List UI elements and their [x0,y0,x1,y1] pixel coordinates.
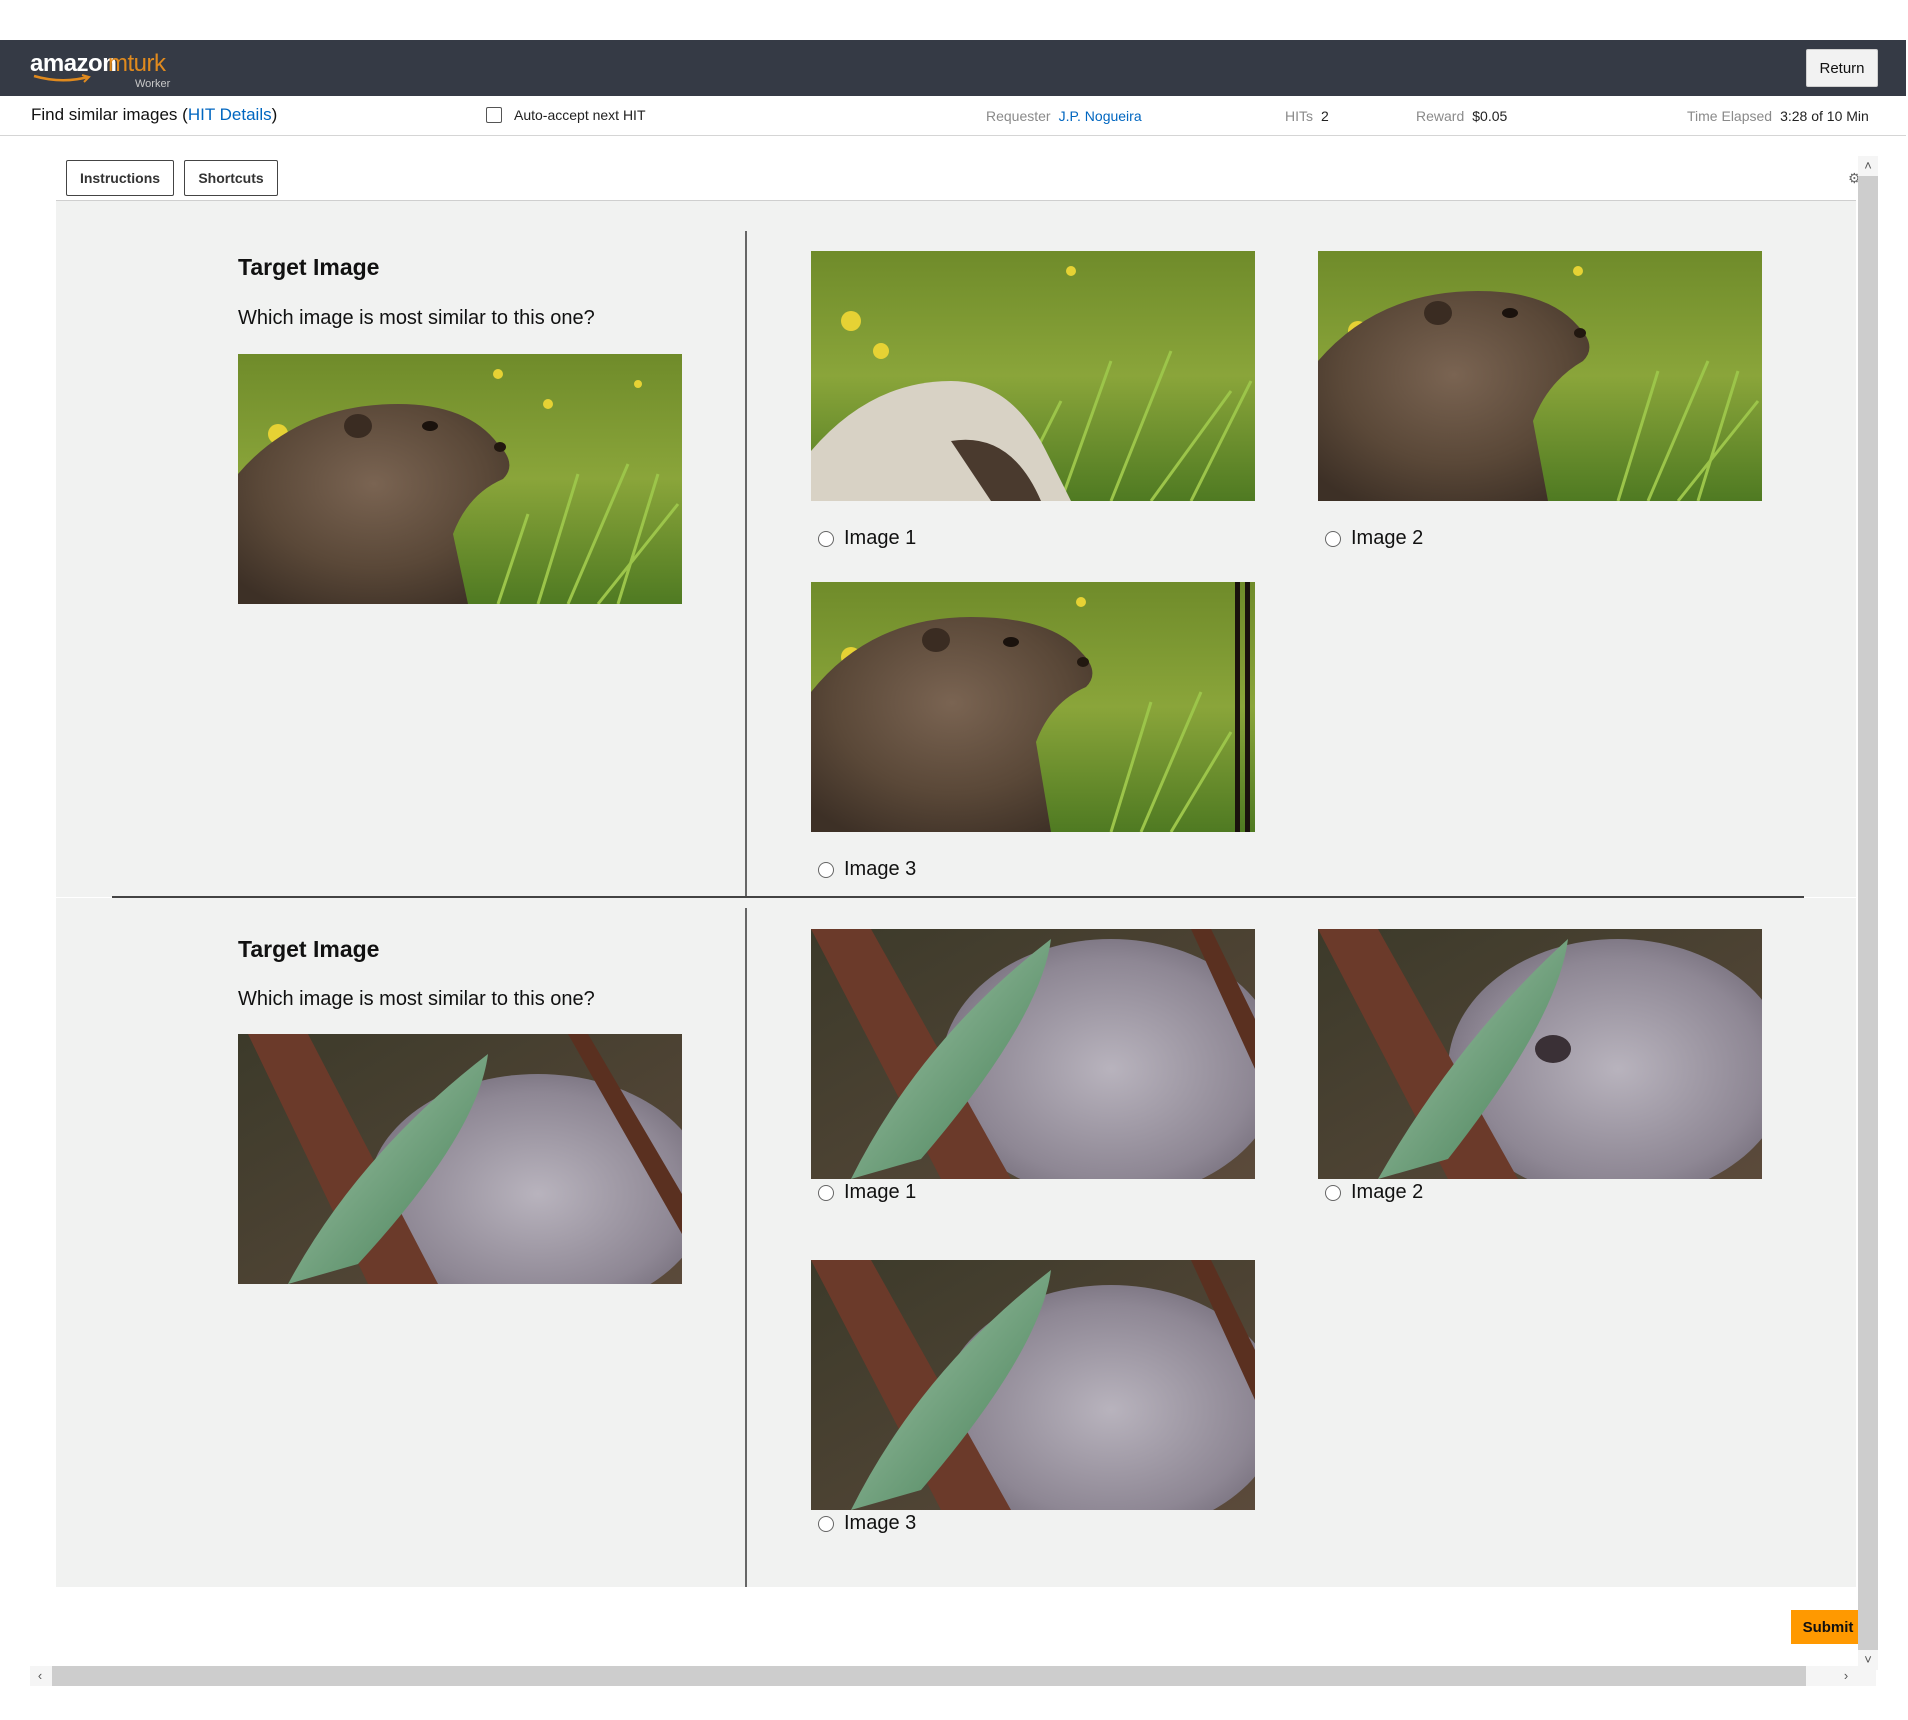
option-label: Image 1 [844,527,917,549]
requester-info: Requester J.P. Nogueira [986,108,1142,124]
option-label: Image 3 [844,1512,917,1534]
reward-label: Reward [1416,108,1465,124]
option-3-choice[interactable]: Image 3 [818,858,916,881]
option-1-choice[interactable]: Image 1 [818,1181,916,1204]
target-column: Target Image Which image is most similar… [56,201,746,897]
vertical-scrollbar[interactable]: ˄ ˅ [1858,156,1878,1670]
logo-mturk-text: mturk [108,50,166,77]
scroll-left-icon[interactable]: ‹ [30,1666,50,1686]
option-2-choice[interactable]: Image 2 [1325,527,1423,550]
option-image-1[interactable] [811,929,1255,1179]
scroll-right-icon[interactable]: › [1836,1666,1856,1686]
horizontal-scroll-thumb[interactable] [52,1666,1806,1686]
question-block-1: Target Image Which image is most similar… [56,201,1856,897]
target-heading: Target Image [238,254,380,280]
target-column: Target Image Which image is most similar… [56,898,746,1587]
target-image [238,1034,682,1284]
radio-button[interactable] [1325,530,1341,547]
radio-button[interactable] [818,861,834,878]
radio-button[interactable] [1325,1184,1341,1201]
target-image [238,354,682,604]
option-2-choice[interactable]: Image 2 [1325,1181,1423,1204]
auto-accept-toggle[interactable]: Auto-accept next HIT [486,107,646,123]
logo-worker-text: Worker [135,78,171,90]
top-navigation-bar: amazon mturk Worker Return [0,40,1906,96]
radio-button[interactable] [818,1184,834,1201]
reward-value: $0.05 [1472,108,1508,124]
time-elapsed-label: Time Elapsed [1687,108,1773,124]
time-elapsed-info: Time Elapsed 3:28 of 10 Min [1687,108,1869,124]
radio-button[interactable] [818,1515,834,1532]
option-image-3[interactable] [811,1260,1255,1510]
option-label: Image 3 [844,858,917,880]
instructions-button[interactable]: Instructions [66,160,174,196]
hits-info: HITs 2 [1285,108,1329,124]
amazon-mturk-logo[interactable]: amazon mturk Worker [30,48,180,90]
question-block-2: Target Image Which image is most similar… [56,898,1856,1587]
requester-label: Requester [986,108,1051,124]
auto-accept-checkbox[interactable] [486,107,502,123]
hit-title: Find similar images (HIT Details) [31,105,278,124]
option-image-2[interactable] [1318,251,1762,501]
return-button[interactable]: Return [1806,49,1878,87]
auto-accept-label: Auto-accept next HIT [514,107,646,123]
shortcuts-button[interactable]: Shortcuts [184,160,278,196]
amazon-smile-icon [33,74,91,83]
option-label: Image 2 [1351,1181,1424,1203]
column-divider [745,908,747,1587]
option-image-2[interactable] [1318,929,1762,1179]
requester-link[interactable]: J.P. Nogueira [1059,108,1142,124]
option-label: Image 2 [1351,527,1424,549]
scroll-up-icon[interactable]: ˄ [1858,156,1878,176]
option-label: Image 1 [844,1181,917,1203]
hit-details-link[interactable]: HIT Details [188,105,272,124]
task-frame: Target Image Which image is most similar… [56,200,1856,1587]
reward-info: Reward $0.05 [1416,108,1507,124]
hit-info-bar: Find similar images (HIT Details) Auto-a… [0,96,1906,136]
hits-label: HITs [1285,108,1313,124]
hits-value: 2 [1321,108,1329,124]
horizontal-scrollbar[interactable]: ‹ › [30,1666,1876,1686]
column-divider [745,231,747,897]
hit-title-text: Find similar images [31,105,178,124]
time-elapsed-value: 3:28 of 10 Min [1780,108,1869,124]
radio-button[interactable] [818,530,834,547]
option-1-choice[interactable]: Image 1 [818,527,916,550]
option-image-1[interactable] [811,251,1255,501]
vertical-scroll-thumb[interactable] [1858,176,1878,1650]
option-3-choice[interactable]: Image 3 [818,1512,916,1535]
option-image-3[interactable] [811,582,1255,832]
target-heading: Target Image [238,936,380,962]
submit-button[interactable]: Submit [1791,1610,1865,1644]
target-prompt: Which image is most similar to this one? [238,988,595,1010]
target-prompt: Which image is most similar to this one? [238,307,595,329]
